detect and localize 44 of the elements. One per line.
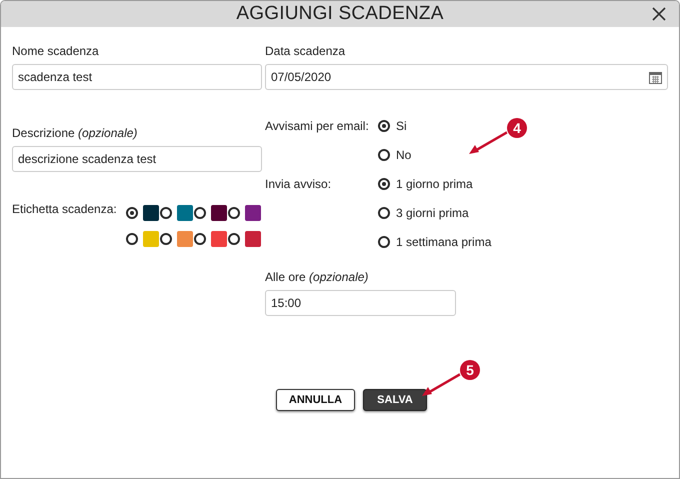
input-field[interactable]: scadenza test	[12, 64, 262, 90]
field-label: Descrizione (opzionale)	[12, 126, 138, 140]
color-swatch[interactable]	[245, 205, 261, 221]
radio-button[interactable]	[228, 207, 240, 219]
radio-button[interactable]	[126, 207, 138, 219]
color-swatch[interactable]	[177, 231, 193, 247]
field-label: Data scadenza	[265, 44, 346, 58]
field-label: Avvisami per email:	[265, 119, 370, 133]
radio-button[interactable]	[126, 233, 138, 245]
save-button[interactable]: SALVA	[363, 389, 427, 411]
close-icon[interactable]	[652, 7, 666, 21]
radio-button[interactable]	[160, 207, 172, 219]
radio-button[interactable]	[194, 207, 206, 219]
dialog-title: AGGIUNGI SCADENZA	[236, 3, 444, 25]
field-label: Invia avviso:	[265, 177, 332, 191]
radio-button[interactable]	[378, 207, 390, 219]
date-field[interactable]: 07/05/2020	[265, 64, 668, 90]
radio-button[interactable]	[378, 178, 390, 190]
option-label: 1 settimana prima	[396, 235, 492, 249]
time-field[interactable]: 15:00	[265, 290, 456, 316]
cancel-button[interactable]: ANNULLA	[276, 389, 355, 411]
option-label: Si	[396, 119, 407, 133]
radio-button[interactable]	[194, 233, 206, 245]
color-swatch[interactable]	[143, 231, 159, 247]
field-label: Etichetta scadenza:	[12, 202, 118, 216]
callout-number: 5	[460, 360, 480, 380]
radio-button[interactable]	[160, 233, 172, 245]
radio-button[interactable]	[378, 149, 390, 161]
calendar-icon[interactable]	[649, 70, 662, 84]
option-label: No	[396, 148, 412, 162]
color-swatch[interactable]	[211, 231, 227, 247]
option-label: 3 giorni prima	[396, 206, 469, 220]
field-label: Nome scadenza	[12, 44, 100, 58]
field-label: Alle ore (opzionale)	[265, 270, 370, 284]
color-swatch[interactable]	[143, 205, 159, 221]
radio-button[interactable]	[378, 120, 390, 132]
color-swatch[interactable]	[177, 205, 193, 221]
radio-button[interactable]	[228, 233, 240, 245]
input-field[interactable]: descrizione scadenza test	[12, 146, 262, 172]
callout-number: 4	[507, 118, 527, 138]
option-label: 1 giorno prima	[396, 177, 473, 191]
radio-button[interactable]	[378, 236, 390, 248]
color-swatch[interactable]	[211, 205, 227, 221]
color-swatch[interactable]	[245, 231, 261, 247]
